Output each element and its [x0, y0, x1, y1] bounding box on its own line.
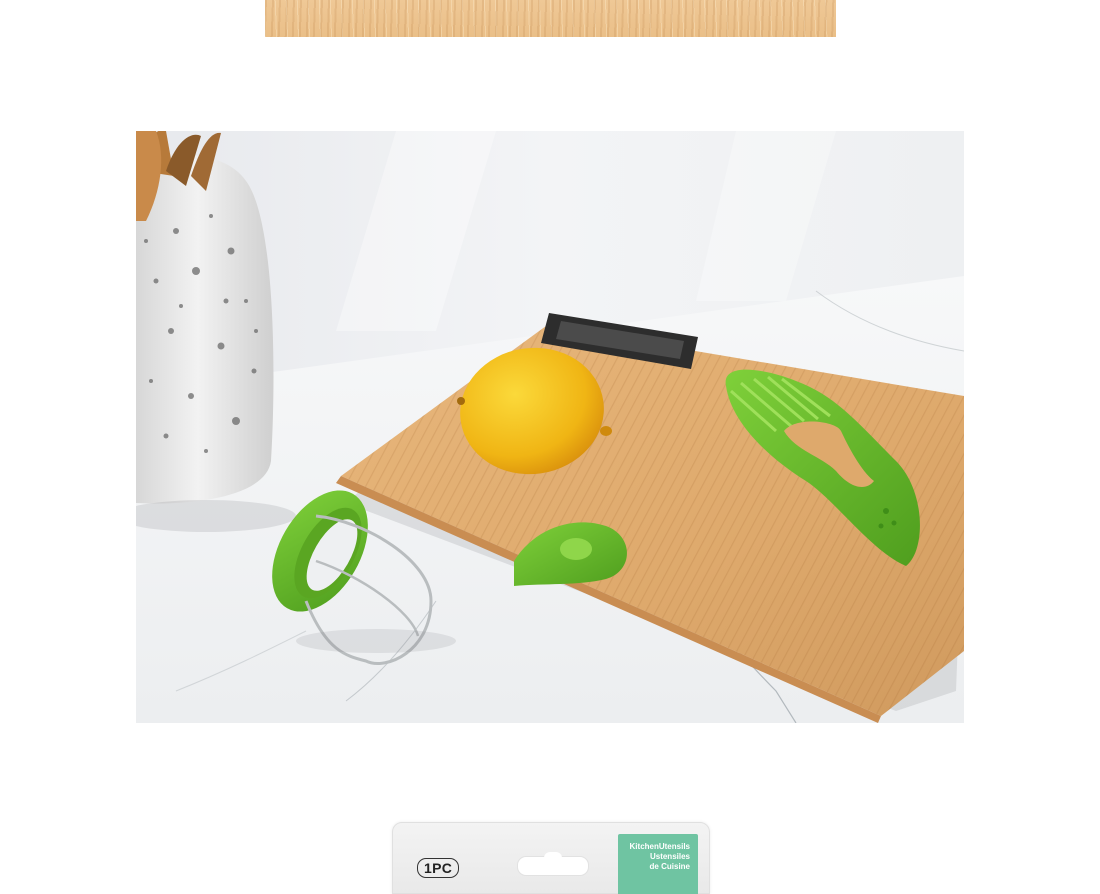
hang-hole-tab — [544, 852, 562, 862]
product-photo — [136, 131, 964, 723]
product-scene — [136, 131, 964, 723]
package-label-line-2: Ustensiles — [649, 852, 690, 861]
bamboo-board-edge — [265, 0, 836, 37]
package-label-line-3: de Cuisine — [649, 862, 690, 871]
quantity-badge: 1PC — [417, 858, 460, 878]
product-package: 1PC KitchenUtensils Ustensiles de Cuisin… — [392, 822, 710, 894]
package-label: KitchenUtensils Ustensiles de Cuisine — [618, 834, 698, 894]
package-label-line-1: KitchenUtensils — [629, 842, 690, 851]
